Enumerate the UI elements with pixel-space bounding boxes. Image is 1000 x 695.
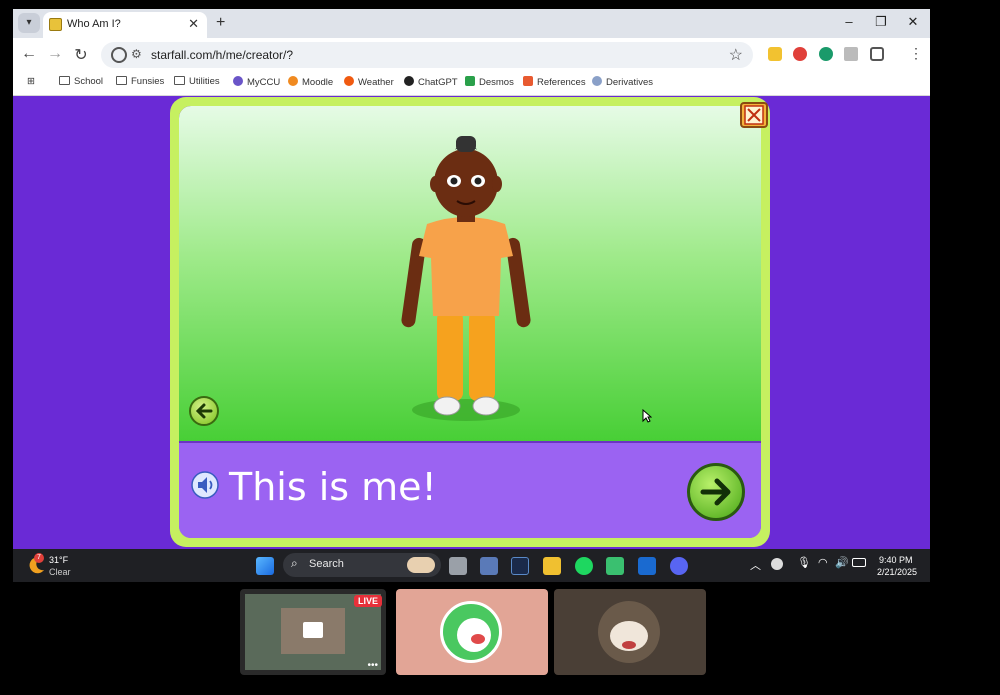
window-close-button[interactable]: ✕	[903, 14, 923, 30]
forward-arrow-icon[interactable]: →	[45, 45, 65, 63]
tab-close-icon[interactable]: ✕	[188, 16, 199, 32]
task-view-icon[interactable]	[449, 557, 467, 575]
folder-icon	[116, 76, 127, 85]
avatar	[440, 601, 502, 663]
reload-icon[interactable]: ↻	[71, 45, 91, 65]
speaker-icon[interactable]	[191, 471, 219, 499]
back-arrow-button[interactable]	[189, 396, 219, 426]
restore-button[interactable]: ❐	[871, 14, 891, 30]
wifi-icon[interactable]: ◠	[818, 556, 828, 569]
bookmark-link[interactable]: Derivatives	[592, 76, 653, 88]
caption-text: This is me!	[229, 465, 437, 509]
battery-icon[interactable]	[852, 558, 866, 567]
taskbar: 7 31°F Clear ⌕ Search ︿ 🎙 ◠ 🔊 9:40 PM 2/…	[13, 549, 930, 582]
next-arrow-button[interactable]	[687, 463, 745, 521]
bookmarks-bar: ⊞ School Funsies Utilities MyCCU Moodle …	[13, 71, 930, 96]
outlook-icon[interactable]	[638, 557, 656, 575]
bookmark-link[interactable]: Moodle	[288, 76, 333, 88]
chatgpt-icon	[404, 76, 414, 86]
search-highlight-icon	[407, 557, 435, 573]
weather-widget-icon[interactable]: 7	[27, 553, 47, 575]
bookmark-link[interactable]: ChatGPT	[404, 76, 458, 88]
bookmark-folder[interactable]: Utilities	[174, 76, 220, 87]
active-tab[interactable]: Who Am I? ✕	[43, 12, 207, 38]
search-label: Search	[309, 558, 344, 570]
game-frame: This is me!	[170, 97, 770, 547]
volume-icon[interactable]: 🔊	[835, 556, 849, 569]
folder-icon	[59, 76, 70, 85]
bookmark-link[interactable]: MyCCU	[233, 76, 280, 88]
game-canvas: This is me!	[179, 106, 761, 538]
shield-extension-icon[interactable]	[793, 47, 807, 61]
weather-condition: Clear	[49, 567, 71, 577]
bookmark-star-icon[interactable]: ☆	[729, 45, 743, 65]
address-bar[interactable]: ⚙ starfall.com/h/me/creator/? ☆	[101, 42, 753, 68]
bookmark-link[interactable]: References	[523, 76, 586, 88]
folder-icon	[174, 76, 185, 85]
search-icon: ⌕	[291, 556, 298, 570]
live-badge: LIVE	[353, 595, 382, 607]
weather-temperature: 31°F	[49, 555, 69, 565]
calculator-icon[interactable]	[480, 557, 498, 575]
weather-badge: 7	[34, 553, 44, 563]
url-text: starfall.com/h/me/creator/?	[151, 48, 294, 62]
discord-icon[interactable]	[670, 557, 688, 575]
avatar-mouth	[622, 641, 636, 649]
moodle-icon	[288, 76, 298, 86]
mouse-cursor-icon	[642, 409, 652, 423]
left-arrow-icon	[195, 403, 213, 419]
tab-strip: ▾ Who Am I? ✕ + – ❐ ✕	[13, 9, 930, 38]
apps-grid-icon[interactable]: ⊞	[27, 76, 35, 87]
microphone-icon[interactable]: 🎙	[797, 556, 811, 569]
active-app-icon[interactable]	[606, 557, 624, 575]
tab-search-button[interactable]: ▾	[18, 13, 40, 33]
site-info-icon[interactable]	[111, 47, 127, 63]
file-explorer-icon[interactable]	[543, 557, 561, 575]
highlighter-extension-icon[interactable]	[768, 47, 782, 61]
back-arrow-icon[interactable]: ←	[19, 45, 39, 63]
tab-title: Who Am I?	[67, 18, 121, 30]
bookmark-folder[interactable]: Funsies	[116, 76, 164, 87]
spotify-icon[interactable]	[575, 557, 593, 575]
bookmark-folder[interactable]: School	[59, 76, 103, 87]
extension-icon[interactable]	[844, 47, 858, 61]
character-scene	[179, 106, 761, 441]
start-windows-icon[interactable]	[256, 557, 274, 575]
weather-icon	[344, 76, 354, 86]
grammarly-extension-icon[interactable]	[819, 47, 833, 61]
close-x-icon	[744, 105, 764, 125]
more-menu-icon[interactable]: ⋮	[909, 45, 923, 62]
caption-bar: This is me!	[179, 441, 761, 538]
browser-toolbar: ← → ↻ ⚙ starfall.com/h/me/creator/? ☆ ⋮	[13, 38, 930, 71]
desmos-icon	[465, 76, 475, 86]
screen-share-icon	[303, 622, 323, 638]
myccu-icon	[233, 76, 243, 86]
more-options-icon[interactable]: •••	[367, 660, 378, 671]
minimize-button[interactable]: –	[839, 14, 859, 29]
starfall-favicon-icon	[49, 18, 62, 31]
tray-app-icon[interactable]	[771, 558, 783, 570]
desktop-screen: ▾ Who Am I? ✕ + – ❐ ✕ ← → ↻ ⚙ starfall.c…	[13, 9, 930, 582]
game-close-button[interactable]	[740, 102, 768, 128]
steam-icon[interactable]	[511, 557, 529, 575]
character-illustration	[401, 136, 531, 421]
clock-time[interactable]: 9:40 PM	[879, 555, 913, 565]
bookmark-link[interactable]: Desmos	[465, 76, 514, 88]
references-icon	[523, 76, 533, 86]
tune-icon[interactable]: ⚙	[131, 47, 142, 61]
clock-date[interactable]: 2/21/2025	[877, 567, 917, 577]
new-tab-button[interactable]: +	[216, 14, 225, 32]
participant-tile[interactable]	[554, 589, 706, 675]
bookmark-link[interactable]: Weather	[344, 76, 394, 88]
puzzle-extensions-icon[interactable]	[870, 47, 884, 61]
derivatives-icon	[592, 76, 602, 86]
chevron-up-icon[interactable]: ︿	[750, 557, 761, 573]
screen-share-tile[interactable]: LIVE •••	[240, 589, 386, 675]
taskbar-search[interactable]: ⌕ Search	[283, 553, 441, 577]
right-arrow-icon	[700, 478, 731, 506]
participant-tile[interactable]	[396, 589, 548, 675]
avatar	[598, 601, 660, 663]
avatar-mouth	[471, 634, 485, 644]
